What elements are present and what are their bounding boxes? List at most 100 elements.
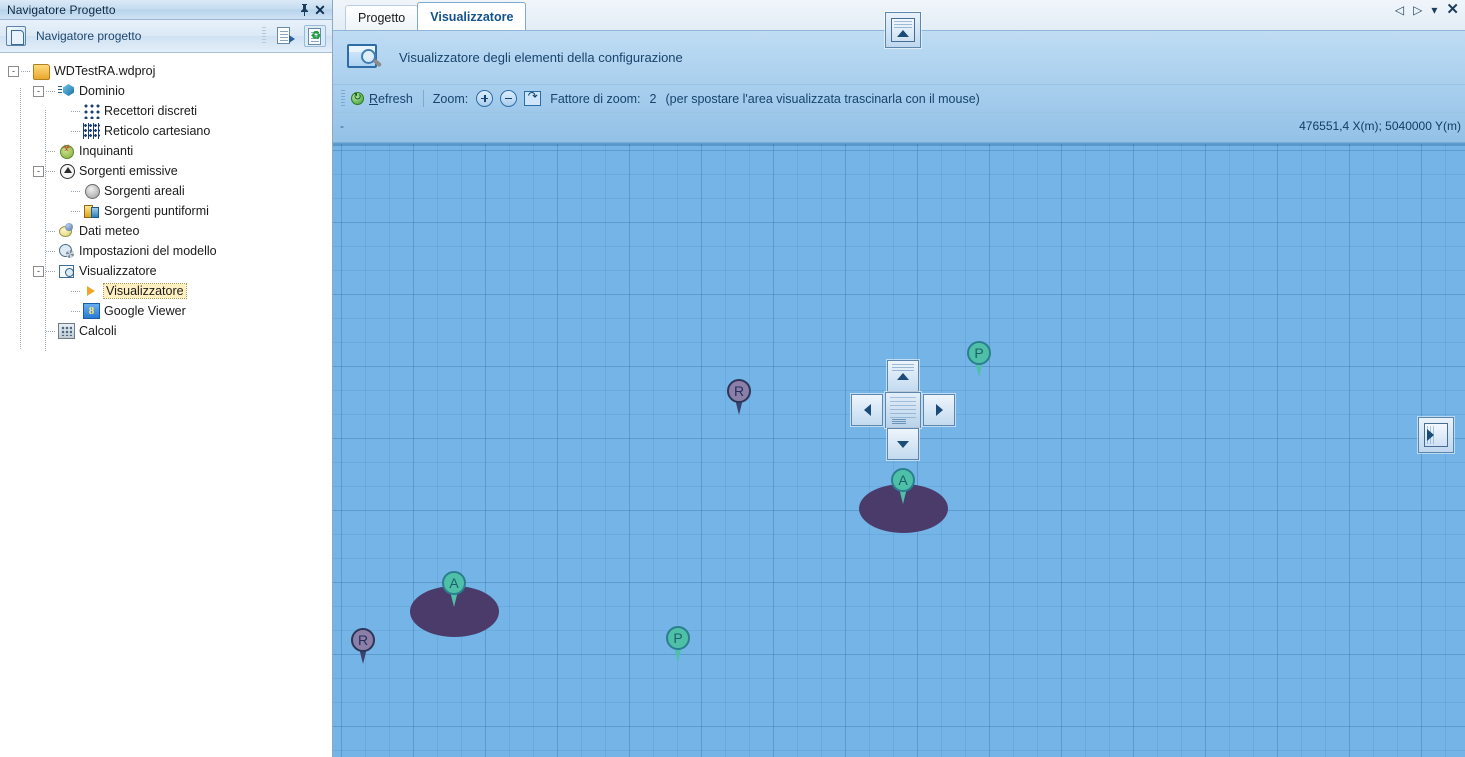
zoom-in-icon[interactable] [476, 90, 494, 107]
tree-connector [71, 130, 80, 132]
tree-item-reticolo-cartesiano[interactable]: Reticolo cartesiano [8, 121, 332, 141]
weather-icon [58, 223, 75, 239]
widget-lines [890, 397, 916, 419]
window-controls: ◁ ▷ ▾ ✕ [1395, 2, 1459, 17]
map-marker-a[interactable]: A [890, 468, 916, 504]
map-canvas[interactable]: P R A A R P [333, 143, 1465, 757]
tree-item-wdtestra-wdproj[interactable]: - WDTestRA.wdproj [8, 61, 332, 81]
tree-item-dati-meteo[interactable]: Dati meteo [8, 221, 332, 241]
tree-item-dominio[interactable]: - Dominio [8, 81, 332, 101]
tree-item-label: Calcoli [79, 324, 117, 338]
tree-item-label: WDTestRA.wdproj [54, 64, 156, 78]
tree-item-label: Recettori discreti [104, 104, 198, 118]
pin-icon[interactable] [296, 2, 312, 18]
main-area: Progetto Visualizzatore ◁ ▷ ▾ ✕ Visualiz… [333, 0, 1465, 757]
close-icon[interactable]: ✕ [1446, 2, 1459, 17]
map-marker-r[interactable]: R [726, 379, 752, 415]
export-document-button[interactable] [274, 25, 296, 47]
panel-title-bar: Navigatore Progetto ✕ [0, 0, 332, 20]
tree-item-sorgenti-emissive[interactable]: - Sorgenti emissive [8, 161, 332, 181]
pan-center-icon[interactable] [885, 392, 921, 428]
domain-icon [58, 83, 75, 99]
arrow-right-icon [289, 35, 295, 43]
tree-item-visualizzatore[interactable]: Visualizzatore [8, 281, 332, 301]
zoom-reset-icon[interactable] [524, 89, 542, 106]
tree-item-label: Impostazioni del modello [79, 244, 217, 258]
map-marker-r[interactable]: R [350, 628, 376, 664]
widget-lines [894, 21, 912, 29]
marker-letter: R [357, 632, 369, 648]
refresh-accel: R [369, 91, 379, 106]
pan-down-icon[interactable] [887, 428, 919, 460]
marker-letter: P [974, 345, 984, 361]
zoom-factor-label: Fattore di zoom: [550, 91, 641, 106]
refresh-button[interactable]: Refresh [351, 91, 421, 106]
pan-up-icon[interactable] [887, 360, 919, 392]
widget-inner [891, 18, 915, 42]
tree-connector [46, 250, 55, 252]
pan-right-icon[interactable] [923, 394, 955, 426]
widget-lines [892, 364, 914, 373]
receptors-icon [83, 103, 100, 119]
close-icon[interactable]: ✕ [312, 2, 328, 18]
tab-visualizzatore[interactable]: Visualizzatore [417, 2, 527, 30]
pan-control-widget[interactable] [851, 360, 955, 460]
refresh-document-button[interactable]: ♻ [304, 25, 326, 47]
tree-item-inquinanti[interactable]: Inquinanti [8, 141, 332, 161]
drag-hint-text: (per spostare l'area visualizzata trasci… [665, 91, 980, 106]
marker-letter: A [898, 472, 908, 488]
tree-connector [71, 290, 80, 292]
point-source-icon [83, 203, 100, 219]
arrow-right-icon[interactable]: ▷ [1413, 4, 1422, 16]
tree-expander[interactable]: - [8, 65, 19, 77]
scale-mark: - [340, 119, 344, 133]
tree-connector [71, 190, 80, 192]
triangle-up [897, 30, 909, 37]
tree-item-label: Dati meteo [79, 224, 140, 238]
widget-scrollbar [892, 419, 906, 424]
tree-item-calcoli[interactable]: Calcoli [8, 321, 332, 341]
viewer-toolbar: Refresh Zoom: Fattore di zoom: 2 (per sp… [333, 85, 1465, 113]
viewer-header-text: Visualizzatore degli elementi della conf… [399, 50, 683, 65]
refresh-label: Refresh [369, 92, 413, 106]
map-marker-p[interactable]: P [966, 341, 992, 377]
tree-connector [71, 110, 80, 112]
tree-connector [46, 170, 55, 172]
scroll-right-widget[interactable] [1418, 417, 1454, 453]
refresh-label-rest: efresh [378, 91, 413, 106]
coordinate-bar: - 476551,4 X(m); 5040000 Y(m) [333, 113, 1465, 143]
marker-letter: P [673, 630, 683, 646]
tree-item-label: Visualizzatore [79, 264, 157, 278]
tree-item-recettori-discreti[interactable]: Recettori discreti [8, 101, 332, 121]
plus-v [483, 94, 486, 102]
tree-item-sorgenti-puntiformi[interactable]: Sorgenti puntiformi [8, 201, 332, 221]
arrow-left-icon[interactable]: ◁ [1395, 4, 1404, 16]
triangle-up [897, 372, 909, 380]
tab-progetto[interactable]: Progetto [345, 5, 419, 30]
tree-item-google-viewer[interactable]: Google Viewer [8, 301, 332, 321]
map-marker-a[interactable]: A [441, 571, 467, 607]
tree-connector [71, 310, 80, 312]
map-marker-p[interactable]: P [665, 626, 691, 662]
tree-connector [46, 270, 55, 272]
toolbar-separator [422, 90, 424, 107]
marker-letter: A [449, 575, 459, 591]
tree-item-sorgenti-areali[interactable]: Sorgenti areali [8, 181, 332, 201]
tree-expander[interactable]: - [33, 265, 44, 277]
zoom-out-icon[interactable] [500, 90, 518, 107]
chevron-down-icon[interactable]: ▾ [1431, 4, 1437, 16]
toolbar-grip [341, 89, 345, 108]
recycle-icon: ♻ [311, 30, 321, 42]
pan-left-icon[interactable] [851, 394, 883, 426]
scroll-up-widget[interactable] [885, 12, 921, 48]
tree-item-label: Sorgenti emissive [79, 164, 178, 178]
tree-item-visualizzatore[interactable]: - Visualizzatore [8, 261, 332, 281]
tree-item-impostazioni-del-modello[interactable]: Impostazioni del modello [8, 241, 332, 261]
tree-expander[interactable]: - [33, 165, 44, 177]
panel-title: Navigatore Progetto [7, 2, 116, 17]
zoom-factor-value: 2 [649, 91, 657, 106]
tree-item-label: Sorgenti puntiformi [104, 204, 209, 218]
triangle-right [1427, 429, 1434, 441]
calc-icon [58, 323, 75, 339]
tree-expander[interactable]: - [33, 85, 44, 97]
